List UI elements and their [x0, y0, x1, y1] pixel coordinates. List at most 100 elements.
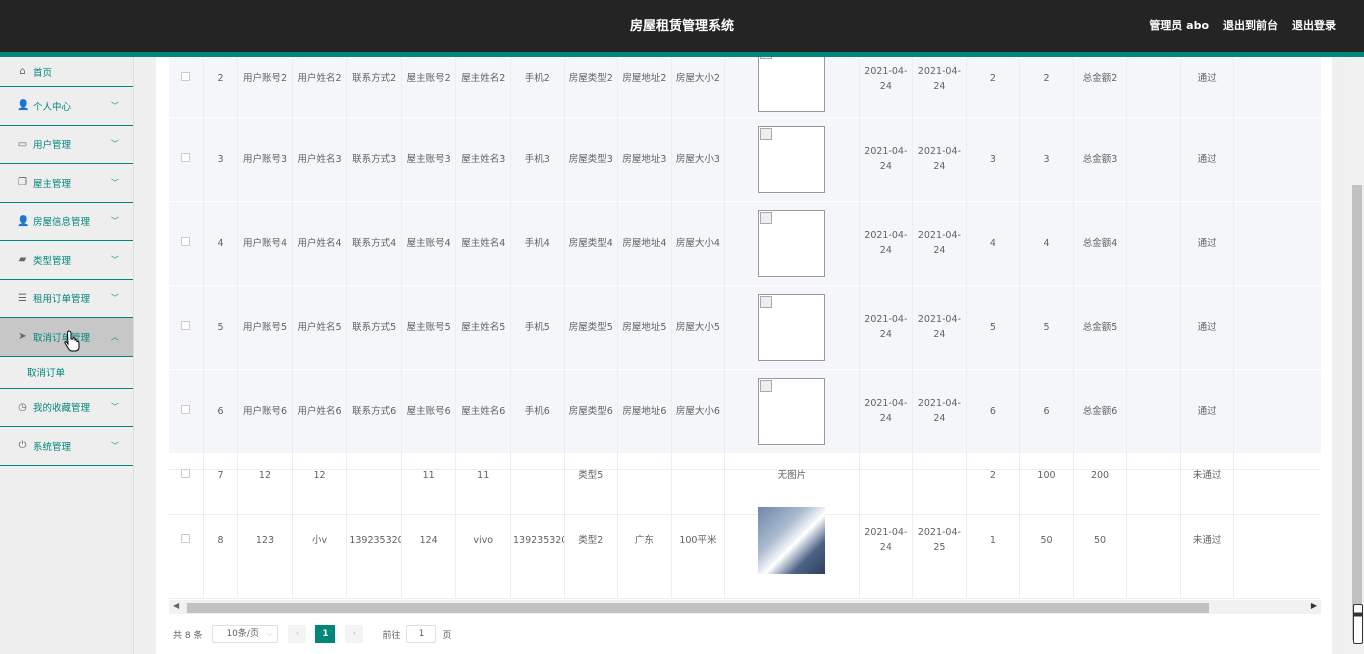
scroll-right-icon[interactable]: ▶ — [1311, 601, 1317, 610]
cell-text: 用户账号6 — [242, 405, 287, 417]
cell-text: 6 — [1043, 405, 1050, 417]
cell-text: 小v — [311, 534, 328, 546]
table-cell: 总金额3 — [1073, 117, 1128, 202]
row-checkbox[interactable] — [181, 533, 191, 543]
page-1-button[interactable]: 1 — [315, 625, 336, 643]
table-cell — [169, 498, 204, 583]
table-cell: 总金额5 — [1073, 285, 1128, 370]
table-cell — [1126, 57, 1181, 118]
cell-text: 4 — [989, 237, 996, 249]
cell-text: 5 — [217, 321, 224, 333]
cell-text: 2021-04-24 — [917, 146, 961, 172]
row-checkbox[interactable] — [181, 320, 191, 330]
prev-page-button[interactable]: ‹ — [288, 625, 307, 643]
sidebar-item-4[interactable]: 👤 房屋信息管理 ﹀ — [0, 203, 133, 241]
table-cell: 2021-04-24 — [859, 498, 914, 583]
table-cell: 房屋大小4 — [671, 201, 726, 286]
table-cell — [169, 285, 204, 370]
table-cell: 6 — [966, 369, 1021, 454]
row-checkbox[interactable] — [181, 404, 191, 414]
table-cell: ▤ — [1233, 117, 1321, 202]
table-cell: 2 — [966, 453, 1021, 499]
cell-text: 用户账号3 — [242, 153, 287, 165]
chevron-down-icon: ﹀ — [111, 101, 119, 111]
page-size-select[interactable]: 10条/页 ⌵ — [212, 625, 279, 643]
sidebar-item-9[interactable]: ⏻ 系统管理 ﹀ — [0, 427, 133, 466]
cell-text: 房屋地址3 — [622, 153, 667, 165]
cell-text: 通过 — [1197, 153, 1217, 165]
cell-text: 房屋大小4 — [675, 237, 720, 249]
table-cell: 12 — [292, 453, 348, 499]
row-checkbox[interactable] — [181, 469, 191, 478]
table-cell: 房屋地址5 — [617, 285, 672, 370]
room-photo — [758, 506, 826, 574]
table-cell: 通过 — [1180, 57, 1235, 118]
send-icon: ➤ — [18, 331, 27, 343]
cell-text: 用户姓名2 — [297, 73, 342, 85]
chevron-down-icon: ﹀ — [111, 293, 119, 303]
table-cell: 未通过 — [1180, 453, 1235, 499]
table-row: 3 用户账号3 用户姓名3 联系方式3 屋主账号3 屋主姓名3 手机3 房屋类型3 房屋地址3 房… — [169, 117, 1321, 202]
table-cell — [1126, 498, 1181, 583]
table-cell: 124 — [401, 498, 457, 583]
logout-link[interactable]: 退出登录 — [1292, 0, 1336, 52]
cell-text: 2021-04-24 — [864, 230, 908, 256]
broken-image — [758, 125, 826, 193]
broken-image-icon — [760, 211, 773, 224]
horizontal-scroll-thumb[interactable] — [187, 603, 1209, 613]
user-icon: 👤 — [17, 100, 30, 112]
cell-text: 7 — [217, 470, 224, 481]
row-checkbox[interactable] — [181, 152, 191, 162]
header-links: 管理员 abo 退出到前台 退出登录 — [1149, 0, 1336, 52]
cell-text: 2021-04-24 — [917, 398, 961, 424]
table-cell — [859, 453, 914, 499]
vertical-scroll-thumb[interactable] — [1352, 185, 1362, 640]
table-cell: 2 — [966, 57, 1021, 118]
sidebar-item-0[interactable]: ⌂ 首页 — [0, 57, 133, 87]
cell-text: 8 — [217, 534, 224, 546]
cell-text: 未通过 — [1192, 470, 1222, 481]
cell-text: 联系方式4 — [352, 237, 397, 249]
broken-image — [758, 377, 826, 445]
to-front-link[interactable]: 退出到前台 — [1223, 0, 1278, 52]
vertical-scrollbar[interactable] — [1350, 57, 1364, 654]
table-cell: 用户姓名4 — [292, 201, 348, 286]
table-cell: 类型2 — [564, 498, 619, 583]
table-cell: 7 — [203, 453, 239, 499]
cell-text: 用户姓名3 — [297, 153, 342, 165]
cell-text: 5 — [989, 321, 996, 333]
cell-text: 联系方式2 — [352, 73, 397, 85]
cell-text: vivo — [473, 534, 494, 546]
sidebar-item-6[interactable]: ☰ 租用订单管理 ﹀ — [0, 280, 133, 318]
table-cell: 2021-04-24 — [859, 117, 914, 202]
scroll-left-icon[interactable]: ◀ — [173, 601, 179, 610]
sidebar-item-1[interactable]: 👤 个人中心 ﹀ — [0, 87, 133, 126]
hand-cursor-icon — [64, 330, 80, 352]
cell-text: 总金额6 — [1082, 405, 1118, 417]
table-cell: 屋主账号4 — [401, 201, 457, 286]
row-checkbox[interactable] — [181, 72, 191, 82]
sidebar-item-2[interactable]: ▭ 用户管理 ﹀ — [0, 126, 133, 164]
sidebar-item-3[interactable]: ❐ 屋主管理 ﹀ — [0, 164, 133, 203]
submenu-cancel-order[interactable]: 取消订单 — [0, 357, 133, 389]
sidebar-item-8[interactable]: ◷ 我的收藏管理 ﹀ — [0, 389, 133, 427]
id-card-icon: ▭ — [17, 138, 28, 150]
table-cell: 类型5 — [564, 453, 619, 499]
cell-text: 13923532032 — [513, 534, 563, 546]
goto-page-input[interactable]: 1 — [406, 625, 437, 643]
table-cell: 4 — [203, 201, 239, 286]
horizontal-scrollbar[interactable]: ◀ ▶ — [169, 600, 1321, 614]
cell-text: 屋主账号3 — [406, 153, 451, 165]
table-cell — [169, 201, 204, 286]
table-cell: 用户姓名3 — [292, 117, 348, 202]
sidebar-item-5[interactable]: ▰ 类型管理 ﹀ — [0, 241, 133, 280]
cell-text: 用户账号2 — [242, 73, 287, 85]
row-checkbox[interactable] — [181, 236, 191, 246]
sidebar-item-label: 租用订单管理 — [33, 294, 91, 306]
table-cell: 50 — [1073, 498, 1128, 583]
table-cell: 联系方式2 — [346, 57, 402, 118]
next-page-button[interactable]: › — [345, 625, 364, 643]
table-cell — [1126, 201, 1181, 286]
person-icon: 👤 — [17, 215, 30, 227]
table-cell: 屋主姓名6 — [455, 369, 511, 454]
